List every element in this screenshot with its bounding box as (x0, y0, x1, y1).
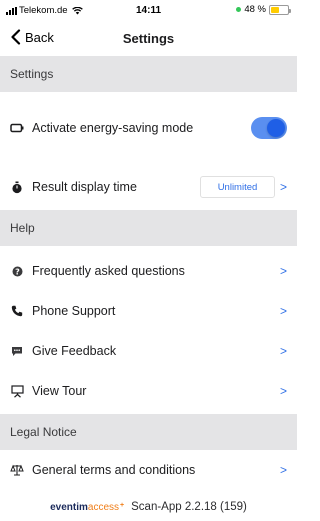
section-header-help: Help (0, 210, 297, 246)
chevron-right-icon: > (279, 304, 287, 318)
stopwatch-icon (10, 180, 24, 194)
section-header-legal: Legal Notice (0, 414, 297, 450)
faq-label: Frequently asked questions (32, 264, 185, 278)
chevron-right-icon: > (279, 180, 287, 194)
status-bar: Telekom.de 14:11 48 % (0, 0, 297, 22)
chevron-right-icon: > (279, 384, 287, 398)
brand-main: eventim (50, 501, 88, 513)
navigation-bar: Back Settings (0, 22, 297, 56)
battery-icon (269, 4, 291, 15)
toggle-knob (267, 119, 285, 137)
app-version-footer: eventim access + Scan-App 2.2.18 (159) (0, 495, 297, 519)
svg-text:?: ? (15, 267, 20, 276)
battery-percent: 48 % (244, 4, 266, 15)
legal-icon (10, 463, 24, 477)
phone-support-label: Phone Support (32, 304, 116, 318)
feedback-label: Give Feedback (32, 344, 117, 358)
result-display-row[interactable]: Result display time Unlimited > (0, 167, 297, 207)
app-version: Scan-App 2.2.18 (159) (131, 501, 247, 513)
tour-label: View Tour (32, 384, 87, 398)
chevron-right-icon: > (279, 264, 287, 278)
phone-icon (10, 304, 24, 318)
chevron-right-icon: > (279, 344, 287, 358)
battery-group: 48 % (236, 4, 291, 15)
brand-logo: eventim access + (50, 502, 124, 513)
battery-fill (271, 6, 279, 13)
presentation-icon (10, 384, 24, 398)
brand-accent: access (87, 501, 120, 513)
brand-plus: + (120, 501, 125, 509)
result-display-label: Result display time (32, 180, 137, 194)
energy-saving-row: Activate energy-saving mode (0, 108, 297, 148)
charging-indicator-icon (236, 7, 242, 12)
energy-saving-toggle[interactable] (251, 117, 287, 139)
phone-support-row[interactable]: Phone Support > (0, 291, 297, 331)
section-header-settings: Settings (0, 56, 297, 92)
question-icon: ? (10, 264, 24, 278)
tour-row[interactable]: View Tour > (0, 371, 297, 411)
page-title: Settings (122, 31, 175, 46)
faq-row[interactable]: ? Frequently asked questions > (0, 251, 297, 291)
energy-saving-label: Activate energy-saving mode (32, 121, 194, 135)
terms-row[interactable]: General terms and conditions > (0, 450, 297, 490)
chat-icon (10, 344, 24, 358)
feedback-row[interactable]: Give Feedback > (0, 331, 297, 371)
result-display-select[interactable]: Unlimited (200, 176, 275, 198)
battery-icon (10, 121, 24, 135)
terms-label: General terms and conditions (32, 463, 196, 477)
chevron-right-icon: > (279, 463, 287, 477)
